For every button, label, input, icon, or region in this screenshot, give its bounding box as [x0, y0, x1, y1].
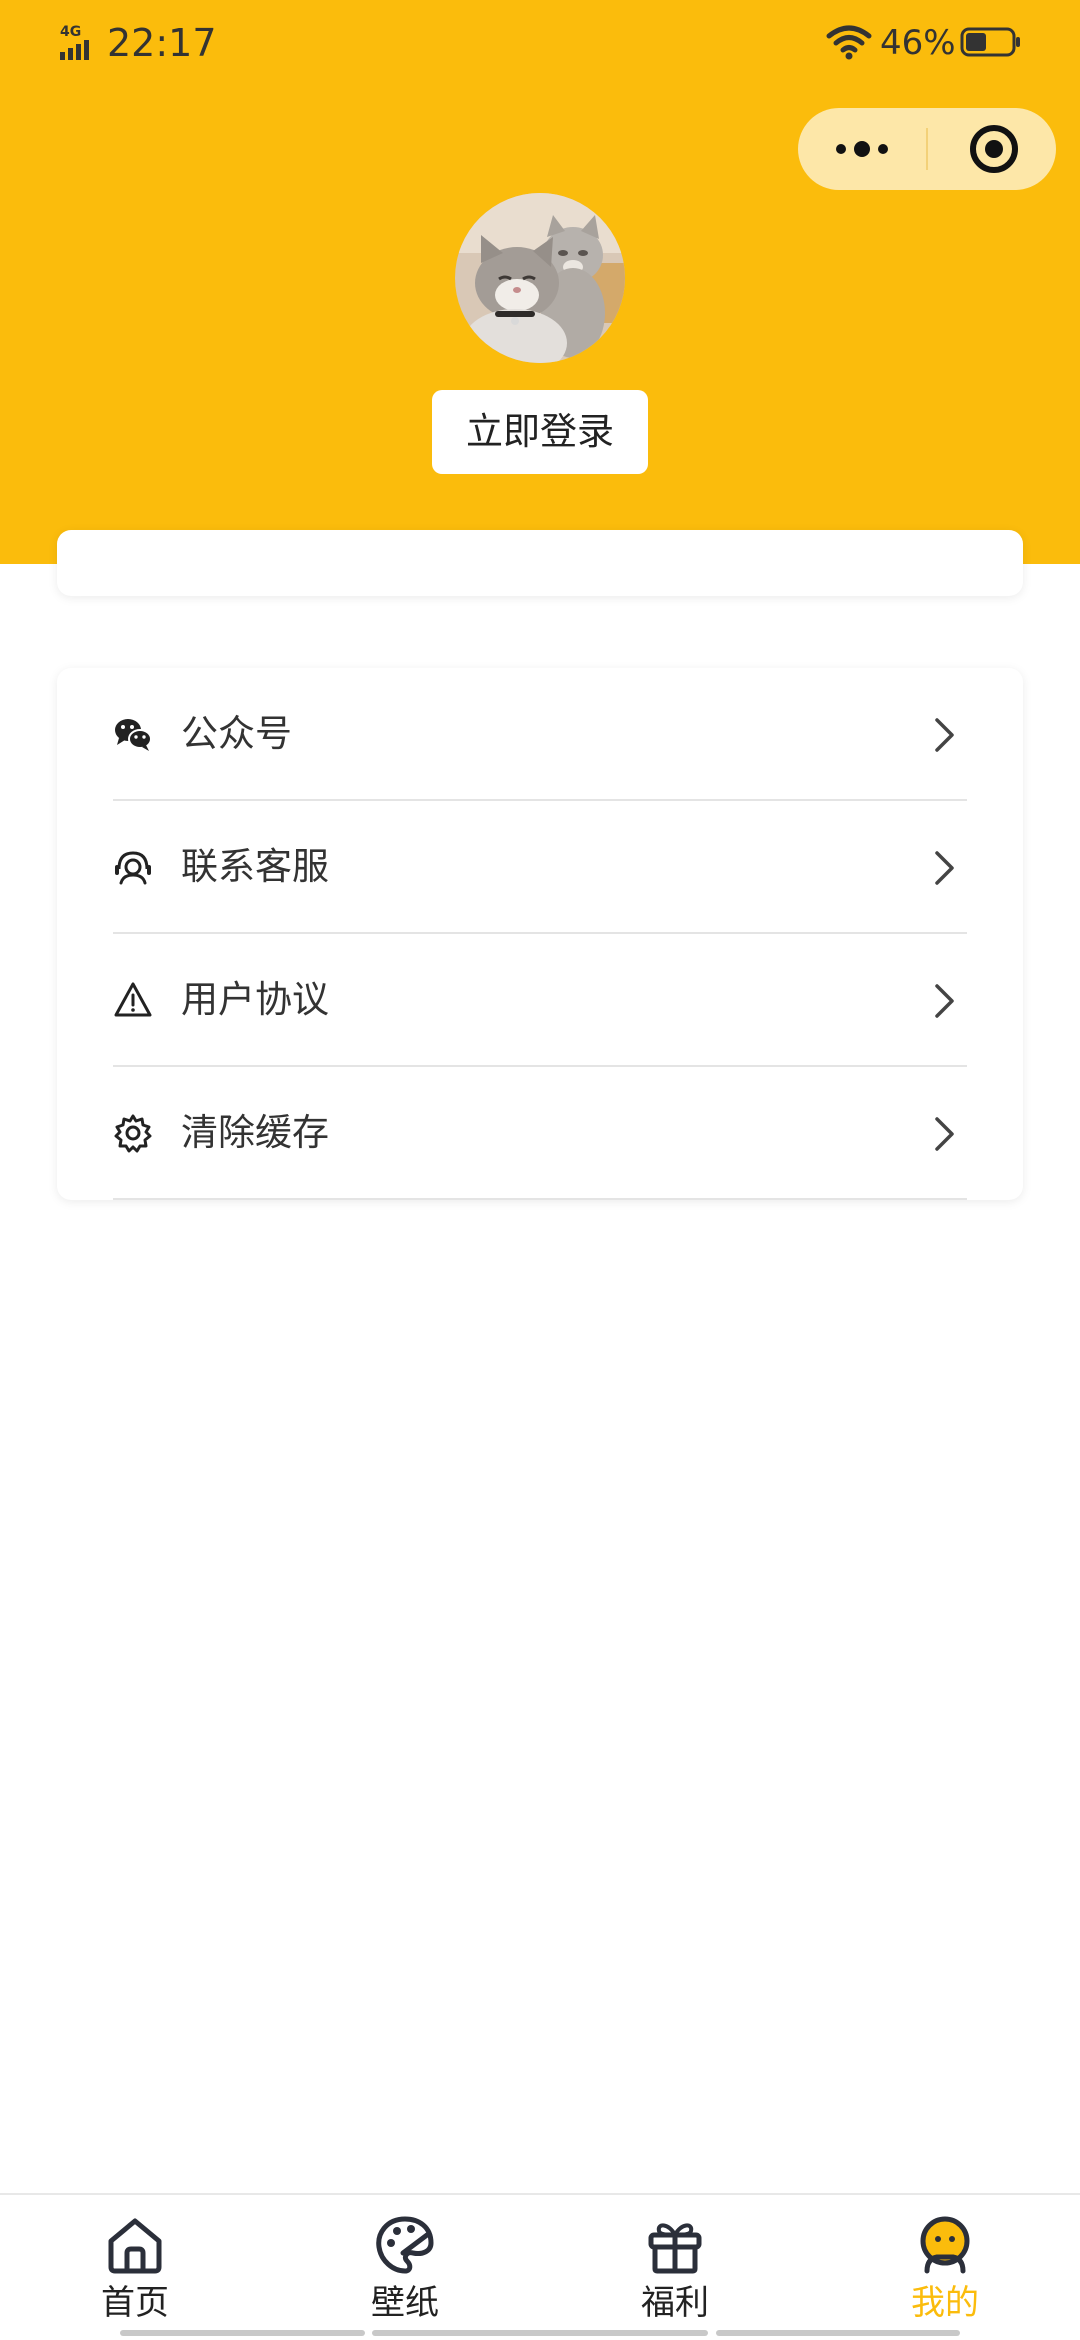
chevron-right-icon [935, 984, 954, 1018]
bottom-tab-bar: 首页 壁纸 福利 我的 [0, 2193, 1080, 2340]
login-button[interactable]: 立即登录 [432, 390, 648, 474]
cat-avatar-image [455, 193, 625, 363]
chevron-right-icon [935, 718, 954, 752]
headset-icon [115, 851, 151, 885]
warning-icon [114, 982, 152, 1017]
tab-mine[interactable]: 我的 [810, 2195, 1080, 2340]
battery-icon [960, 27, 1020, 57]
tab-label: 壁纸 [371, 2283, 439, 2323]
tab-home[interactable]: 首页 [0, 2195, 270, 2340]
wifi-icon [826, 25, 872, 60]
menu-item-official-account[interactable]: 公众号 [57, 668, 1023, 801]
miniprogram-capsule [798, 108, 1056, 190]
capsule-close-button[interactable] [928, 108, 1056, 190]
menu-item-label: 清除缓存 [181, 1111, 329, 1154]
profile-page: 4G 22:17 46% 立即登录 公众号 联系客服 用户协议 清除缓存 首页 … [0, 0, 1080, 2340]
chevron-right-icon [935, 1117, 954, 1151]
signal-4g-icon: 4G [60, 24, 89, 60]
home-indicator [372, 2330, 708, 2336]
home-indicator [120, 2330, 365, 2336]
wechat-icon [115, 719, 152, 751]
menu-item-label: 联系客服 [181, 845, 329, 888]
settings-menu: 公众号 联系客服 用户协议 清除缓存 [57, 668, 1023, 1200]
menu-item-clear-cache[interactable]: 清除缓存 [57, 1067, 1023, 1200]
status-time: 22:17 [107, 21, 217, 65]
home-indicator [716, 2330, 960, 2336]
capsule-menu-button[interactable] [798, 108, 926, 190]
battery-percent: 46% [880, 23, 956, 63]
user-info-card [57, 530, 1023, 596]
tab-label: 首页 [101, 2283, 169, 2323]
avatar[interactable] [455, 193, 625, 363]
home-icon [108, 2218, 162, 2274]
menu-item-label: 公众号 [181, 712, 292, 755]
tab-label: 我的 [911, 2283, 979, 2323]
menu-item-customer-service[interactable]: 联系客服 [57, 801, 1023, 934]
tab-label: 福利 [641, 2283, 709, 2323]
menu-item-label: 用户协议 [181, 978, 329, 1021]
gift-icon [648, 2223, 702, 2274]
status-bar: 4G 22:17 46% [0, 0, 1080, 86]
more-dots-icon [836, 141, 888, 157]
gear-icon [114, 1114, 152, 1153]
tab-benefits[interactable]: 福利 [540, 2195, 810, 2340]
chevron-right-icon [935, 851, 954, 885]
target-circle-icon [970, 125, 1018, 173]
palette-icon [376, 2216, 434, 2274]
tab-wallpaper[interactable]: 壁纸 [270, 2195, 540, 2340]
svg-text:4G: 4G [60, 24, 81, 40]
user-icon [920, 2216, 970, 2274]
menu-divider [113, 1198, 967, 1200]
menu-item-user-agreement[interactable]: 用户协议 [57, 934, 1023, 1067]
